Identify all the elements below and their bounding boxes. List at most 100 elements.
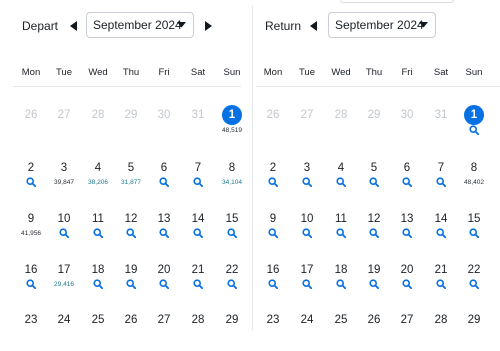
day-cell[interactable]: 3 (292, 161, 322, 199)
depart-next-month-button[interactable] (202, 20, 214, 32)
day-cell[interactable]: 20 (149, 263, 179, 301)
day-cell[interactable]: 24 (292, 313, 322, 351)
day-number: 28 (191, 314, 205, 326)
day-cell[interactable]: 9 (258, 212, 288, 250)
day-number: 13 (400, 213, 414, 225)
caret-down-icon (419, 22, 428, 28)
day-cell[interactable]: 8 34,104 (217, 161, 247, 199)
day-cell[interactable]: 29 (459, 313, 489, 351)
day-cell[interactable]: 26 (116, 313, 146, 351)
depart-weekday-divider (13, 86, 241, 87)
day-cell: 28 (83, 108, 113, 146)
day-price: 39,847 (54, 179, 74, 186)
day-cell[interactable]: 29 (217, 313, 247, 351)
day-cell[interactable]: 27 (149, 313, 179, 351)
day-cell[interactable]: 2 (16, 161, 46, 199)
day-number: 5 (370, 162, 378, 174)
selected-day-cell[interactable]: 1 (459, 105, 489, 146)
day-cell[interactable]: 22 (217, 263, 247, 301)
day-number: 2 (27, 162, 35, 174)
day-cell[interactable]: 23 (16, 313, 46, 351)
search-icon (193, 177, 203, 187)
day-cell[interactable]: 26 (359, 313, 389, 351)
day-number: 19 (367, 264, 381, 276)
day-cell[interactable]: 8 48,402 (459, 161, 489, 199)
day-cell[interactable]: 17 29,416 (49, 263, 79, 301)
selected-day-cell[interactable]: 1 48,519 (217, 105, 247, 146)
weekday-sat: Sat (433, 67, 449, 78)
day-cell[interactable]: 9 41,956 (16, 212, 46, 250)
day-cell[interactable]: 6 (392, 161, 422, 199)
day-number: 24 (300, 314, 314, 326)
day-cell[interactable]: 10 (292, 212, 322, 250)
day-cell[interactable]: 13 (392, 212, 422, 250)
depart-prev-month-button[interactable] (68, 20, 80, 32)
day-cell[interactable]: 28 (183, 313, 213, 351)
day-cell[interactable]: 15 (459, 212, 489, 250)
day-number: 8 (228, 162, 236, 174)
day-number: 30 (157, 109, 171, 121)
day-cell[interactable]: 25 (83, 313, 113, 351)
day-number: 21 (191, 264, 205, 276)
day-cell[interactable]: 18 (326, 263, 356, 301)
search-icon (59, 228, 69, 238)
day-cell[interactable]: 11 (326, 212, 356, 250)
day-cell[interactable]: 15 (217, 212, 247, 250)
day-cell[interactable]: 11 (83, 212, 113, 250)
day-cell[interactable]: 12 (116, 212, 146, 250)
weekday-mon: Mon (21, 67, 41, 78)
day-cell[interactable]: 16 (16, 263, 46, 301)
day-cell[interactable]: 20 (392, 263, 422, 301)
day-number: 3 (60, 162, 68, 174)
day-cell[interactable]: 14 (426, 212, 456, 250)
day-cell[interactable]: 12 (359, 212, 389, 250)
day-cell[interactable]: 17 (292, 263, 322, 301)
day-cell[interactable]: 27 (392, 313, 422, 351)
day-cell[interactable]: 2 (258, 161, 288, 199)
day-cell[interactable]: 28 (426, 313, 456, 351)
search-icon (402, 279, 412, 289)
day-cell[interactable]: 18 (83, 263, 113, 301)
day-cell[interactable]: 19 (116, 263, 146, 301)
day-cell[interactable]: 21 (183, 263, 213, 301)
day-cell[interactable]: 6 (149, 161, 179, 199)
day-cell[interactable]: 13 (149, 212, 179, 250)
day-cell[interactable]: 3 39,847 (49, 161, 79, 199)
day-number: 27 (300, 109, 314, 121)
triangle-left-icon (310, 21, 317, 31)
day-cell[interactable]: 16 (258, 263, 288, 301)
weekday-thu: Thu (122, 67, 140, 78)
depart-month-select[interactable]: September 2024 (86, 12, 194, 38)
day-cell[interactable]: 14 (183, 212, 213, 250)
day-cell[interactable]: 5 31,877 (116, 161, 146, 199)
day-number: 8 (470, 162, 478, 174)
return-month-select[interactable]: September 2024 (328, 12, 436, 38)
day-cell[interactable]: 7 (426, 161, 456, 199)
day-cell[interactable]: 22 (459, 263, 489, 301)
caret-down-icon (177, 22, 186, 28)
day-cell[interactable]: 19 (359, 263, 389, 301)
day-number: 26 (367, 314, 381, 326)
return-prev-month-button[interactable] (308, 20, 320, 32)
day-cell[interactable]: 24 (49, 313, 79, 351)
search-icon (227, 279, 237, 289)
day-cell[interactable]: 10 (49, 212, 79, 250)
depart-calendar: Depart September 2024 Mon Tue Wed Thu Fri Sat… (0, 0, 249, 330)
day-number: 29 (124, 109, 138, 121)
day-cell[interactable]: 23 (258, 313, 288, 351)
triangle-right-icon (205, 21, 212, 31)
search-icon (402, 228, 412, 238)
depart-header: Depart September 2024 (0, 12, 249, 38)
day-cell[interactable]: 4 (326, 161, 356, 199)
search-icon (227, 228, 237, 238)
day-cell[interactable]: 21 (426, 263, 456, 301)
day-number: 4 (94, 162, 102, 174)
day-cell[interactable]: 5 (359, 161, 389, 199)
day-cell[interactable]: 4 38,206 (83, 161, 113, 199)
search-icon (302, 228, 312, 238)
day-cell[interactable]: 7 (183, 161, 213, 199)
depart-label: Depart (22, 19, 59, 33)
day-number: 16 (266, 264, 280, 276)
day-cell[interactable]: 25 (326, 313, 356, 351)
day-number: 19 (124, 264, 138, 276)
